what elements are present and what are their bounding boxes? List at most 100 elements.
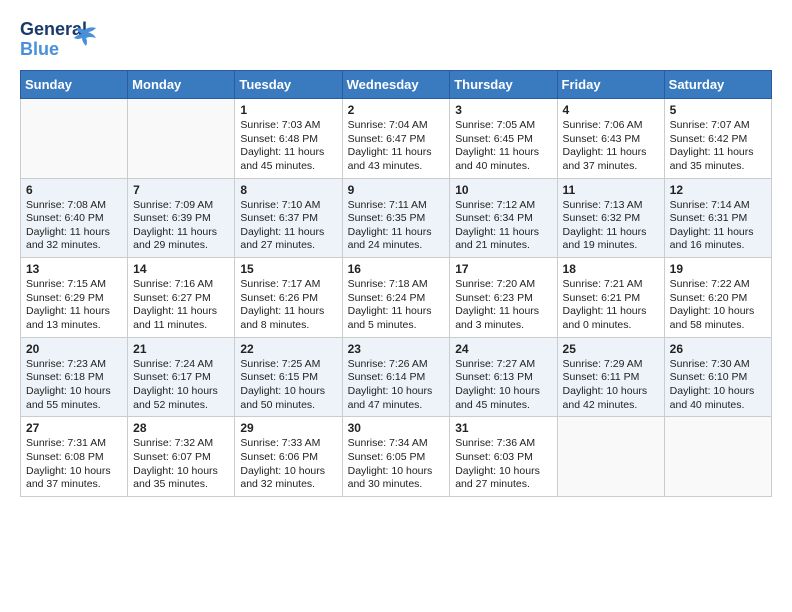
day-number: 23 (348, 342, 445, 356)
day-number: 30 (348, 421, 445, 435)
day-number: 12 (670, 183, 766, 197)
calendar-cell: 28Sunrise: 7:32 AMSunset: 6:07 PMDayligh… (128, 417, 235, 497)
day-number: 15 (240, 262, 336, 276)
day-info: Sunrise: 7:04 AM (348, 119, 445, 133)
day-header-tuesday: Tuesday (235, 71, 342, 99)
day-info: Sunrise: 7:33 AM (240, 437, 336, 451)
day-info: Sunrise: 7:21 AM (563, 278, 659, 292)
day-info: Daylight: 10 hours and 40 minutes. (670, 385, 766, 412)
day-info: Sunset: 6:17 PM (133, 371, 229, 385)
day-info: Sunset: 6:05 PM (348, 451, 445, 465)
calendar-cell: 29Sunrise: 7:33 AMSunset: 6:06 PMDayligh… (235, 417, 342, 497)
day-info: Daylight: 11 hours and 43 minutes. (348, 146, 445, 173)
day-info: Sunrise: 7:16 AM (133, 278, 229, 292)
calendar-cell: 19Sunrise: 7:22 AMSunset: 6:20 PMDayligh… (664, 258, 771, 338)
day-number: 16 (348, 262, 445, 276)
day-info: Daylight: 11 hours and 35 minutes. (670, 146, 766, 173)
day-info: Daylight: 10 hours and 50 minutes. (240, 385, 336, 412)
calendar-cell: 7Sunrise: 7:09 AMSunset: 6:39 PMDaylight… (128, 178, 235, 258)
day-info: Daylight: 10 hours and 42 minutes. (563, 385, 659, 412)
day-info: Sunrise: 7:34 AM (348, 437, 445, 451)
day-info: Sunset: 6:48 PM (240, 133, 336, 147)
day-info: Daylight: 11 hours and 37 minutes. (563, 146, 659, 173)
calendar-cell: 21Sunrise: 7:24 AMSunset: 6:17 PMDayligh… (128, 337, 235, 417)
day-info: Sunrise: 7:22 AM (670, 278, 766, 292)
day-info: Daylight: 10 hours and 37 minutes. (26, 465, 122, 492)
day-info: Daylight: 11 hours and 19 minutes. (563, 226, 659, 253)
day-info: Sunrise: 7:24 AM (133, 358, 229, 372)
calendar-cell: 17Sunrise: 7:20 AMSunset: 6:23 PMDayligh… (450, 258, 557, 338)
day-info: Daylight: 11 hours and 21 minutes. (455, 226, 551, 253)
calendar-cell (664, 417, 771, 497)
calendar-cell: 26Sunrise: 7:30 AMSunset: 6:10 PMDayligh… (664, 337, 771, 417)
day-info: Daylight: 11 hours and 29 minutes. (133, 226, 229, 253)
day-info: Sunset: 6:39 PM (133, 212, 229, 226)
day-info: Sunrise: 7:23 AM (26, 358, 122, 372)
calendar-header-row: SundayMondayTuesdayWednesdayThursdayFrid… (21, 71, 772, 99)
day-info: Sunrise: 7:17 AM (240, 278, 336, 292)
day-info: Daylight: 11 hours and 40 minutes. (455, 146, 551, 173)
day-number: 5 (670, 103, 766, 117)
logo-blue: Blue (20, 40, 70, 60)
day-info: Sunrise: 7:11 AM (348, 199, 445, 213)
day-info: Sunset: 6:42 PM (670, 133, 766, 147)
day-info: Sunset: 6:20 PM (670, 292, 766, 306)
day-info: Sunset: 6:13 PM (455, 371, 551, 385)
day-header-wednesday: Wednesday (342, 71, 450, 99)
day-number: 2 (348, 103, 445, 117)
calendar-cell: 8Sunrise: 7:10 AMSunset: 6:37 PMDaylight… (235, 178, 342, 258)
day-info: Sunset: 6:34 PM (455, 212, 551, 226)
day-info: Daylight: 10 hours and 52 minutes. (133, 385, 229, 412)
day-info: Sunrise: 7:36 AM (455, 437, 551, 451)
day-info: Sunset: 6:32 PM (563, 212, 659, 226)
calendar-week-row: 1Sunrise: 7:03 AMSunset: 6:48 PMDaylight… (21, 99, 772, 179)
calendar-week-row: 13Sunrise: 7:15 AMSunset: 6:29 PMDayligh… (21, 258, 772, 338)
day-info: Sunset: 6:07 PM (133, 451, 229, 465)
day-info: Daylight: 10 hours and 27 minutes. (455, 465, 551, 492)
calendar-cell: 3Sunrise: 7:05 AMSunset: 6:45 PMDaylight… (450, 99, 557, 179)
day-info: Sunset: 6:08 PM (26, 451, 122, 465)
day-number: 22 (240, 342, 336, 356)
day-number: 8 (240, 183, 336, 197)
calendar-cell (128, 99, 235, 179)
page-header: General Blue (20, 20, 772, 60)
day-info: Sunrise: 7:05 AM (455, 119, 551, 133)
calendar-cell: 23Sunrise: 7:26 AMSunset: 6:14 PMDayligh… (342, 337, 450, 417)
calendar-cell: 30 Sunrise: 7:34 AMSunset: 6:05 PMDayligh… (342, 417, 450, 497)
calendar-cell: 12Sunrise: 7:14 AMSunset: 6:31 PMDayligh… (664, 178, 771, 258)
calendar-cell: 14Sunrise: 7:16 AMSunset: 6:27 PMDayligh… (128, 258, 235, 338)
day-info: Sunset: 6:14 PM (348, 371, 445, 385)
day-info: Sunset: 6:15 PM (240, 371, 336, 385)
day-info: Sunrise: 7:14 AM (670, 199, 766, 213)
day-info: Sunrise: 7:15 AM (26, 278, 122, 292)
day-number: 1 (240, 103, 336, 117)
day-number: 31 (455, 421, 551, 435)
day-header-monday: Monday (128, 71, 235, 99)
day-info: Sunset: 6:40 PM (26, 212, 122, 226)
day-number: 29 (240, 421, 336, 435)
day-info: Daylight: 10 hours and 45 minutes. (455, 385, 551, 412)
day-header-friday: Friday (557, 71, 664, 99)
day-info: Daylight: 10 hours and 55 minutes. (26, 385, 122, 412)
day-info: Sunrise: 7:07 AM (670, 119, 766, 133)
logo: General Blue (20, 20, 70, 60)
calendar-cell: 24Sunrise: 7:27 AMSunset: 6:13 PMDayligh… (450, 337, 557, 417)
day-info: Sunrise: 7:32 AM (133, 437, 229, 451)
logo-bird-icon (70, 22, 98, 50)
calendar-cell (557, 417, 664, 497)
day-info: Sunset: 6:06 PM (240, 451, 336, 465)
day-info: Daylight: 10 hours and 30 minutes. (348, 465, 445, 492)
calendar-cell: 5 Sunrise: 7:07 AMSunset: 6:42 PMDaylight… (664, 99, 771, 179)
calendar-cell: 10Sunrise: 7:12 AMSunset: 6:34 PMDayligh… (450, 178, 557, 258)
day-info: Sunset: 6:26 PM (240, 292, 336, 306)
day-number: 27 (26, 421, 122, 435)
calendar-week-row: 27Sunrise: 7:31 AMSunset: 6:08 PMDayligh… (21, 417, 772, 497)
day-number: 6 (26, 183, 122, 197)
day-info: Sunset: 6:24 PM (348, 292, 445, 306)
day-info: Sunrise: 7:18 AM (348, 278, 445, 292)
calendar-cell: 27Sunrise: 7:31 AMSunset: 6:08 PMDayligh… (21, 417, 128, 497)
calendar-cell: 11Sunrise: 7:13 AMSunset: 6:32 PMDayligh… (557, 178, 664, 258)
day-info: Daylight: 11 hours and 16 minutes. (670, 226, 766, 253)
day-number: 28 (133, 421, 229, 435)
day-info: Sunrise: 7:12 AM (455, 199, 551, 213)
